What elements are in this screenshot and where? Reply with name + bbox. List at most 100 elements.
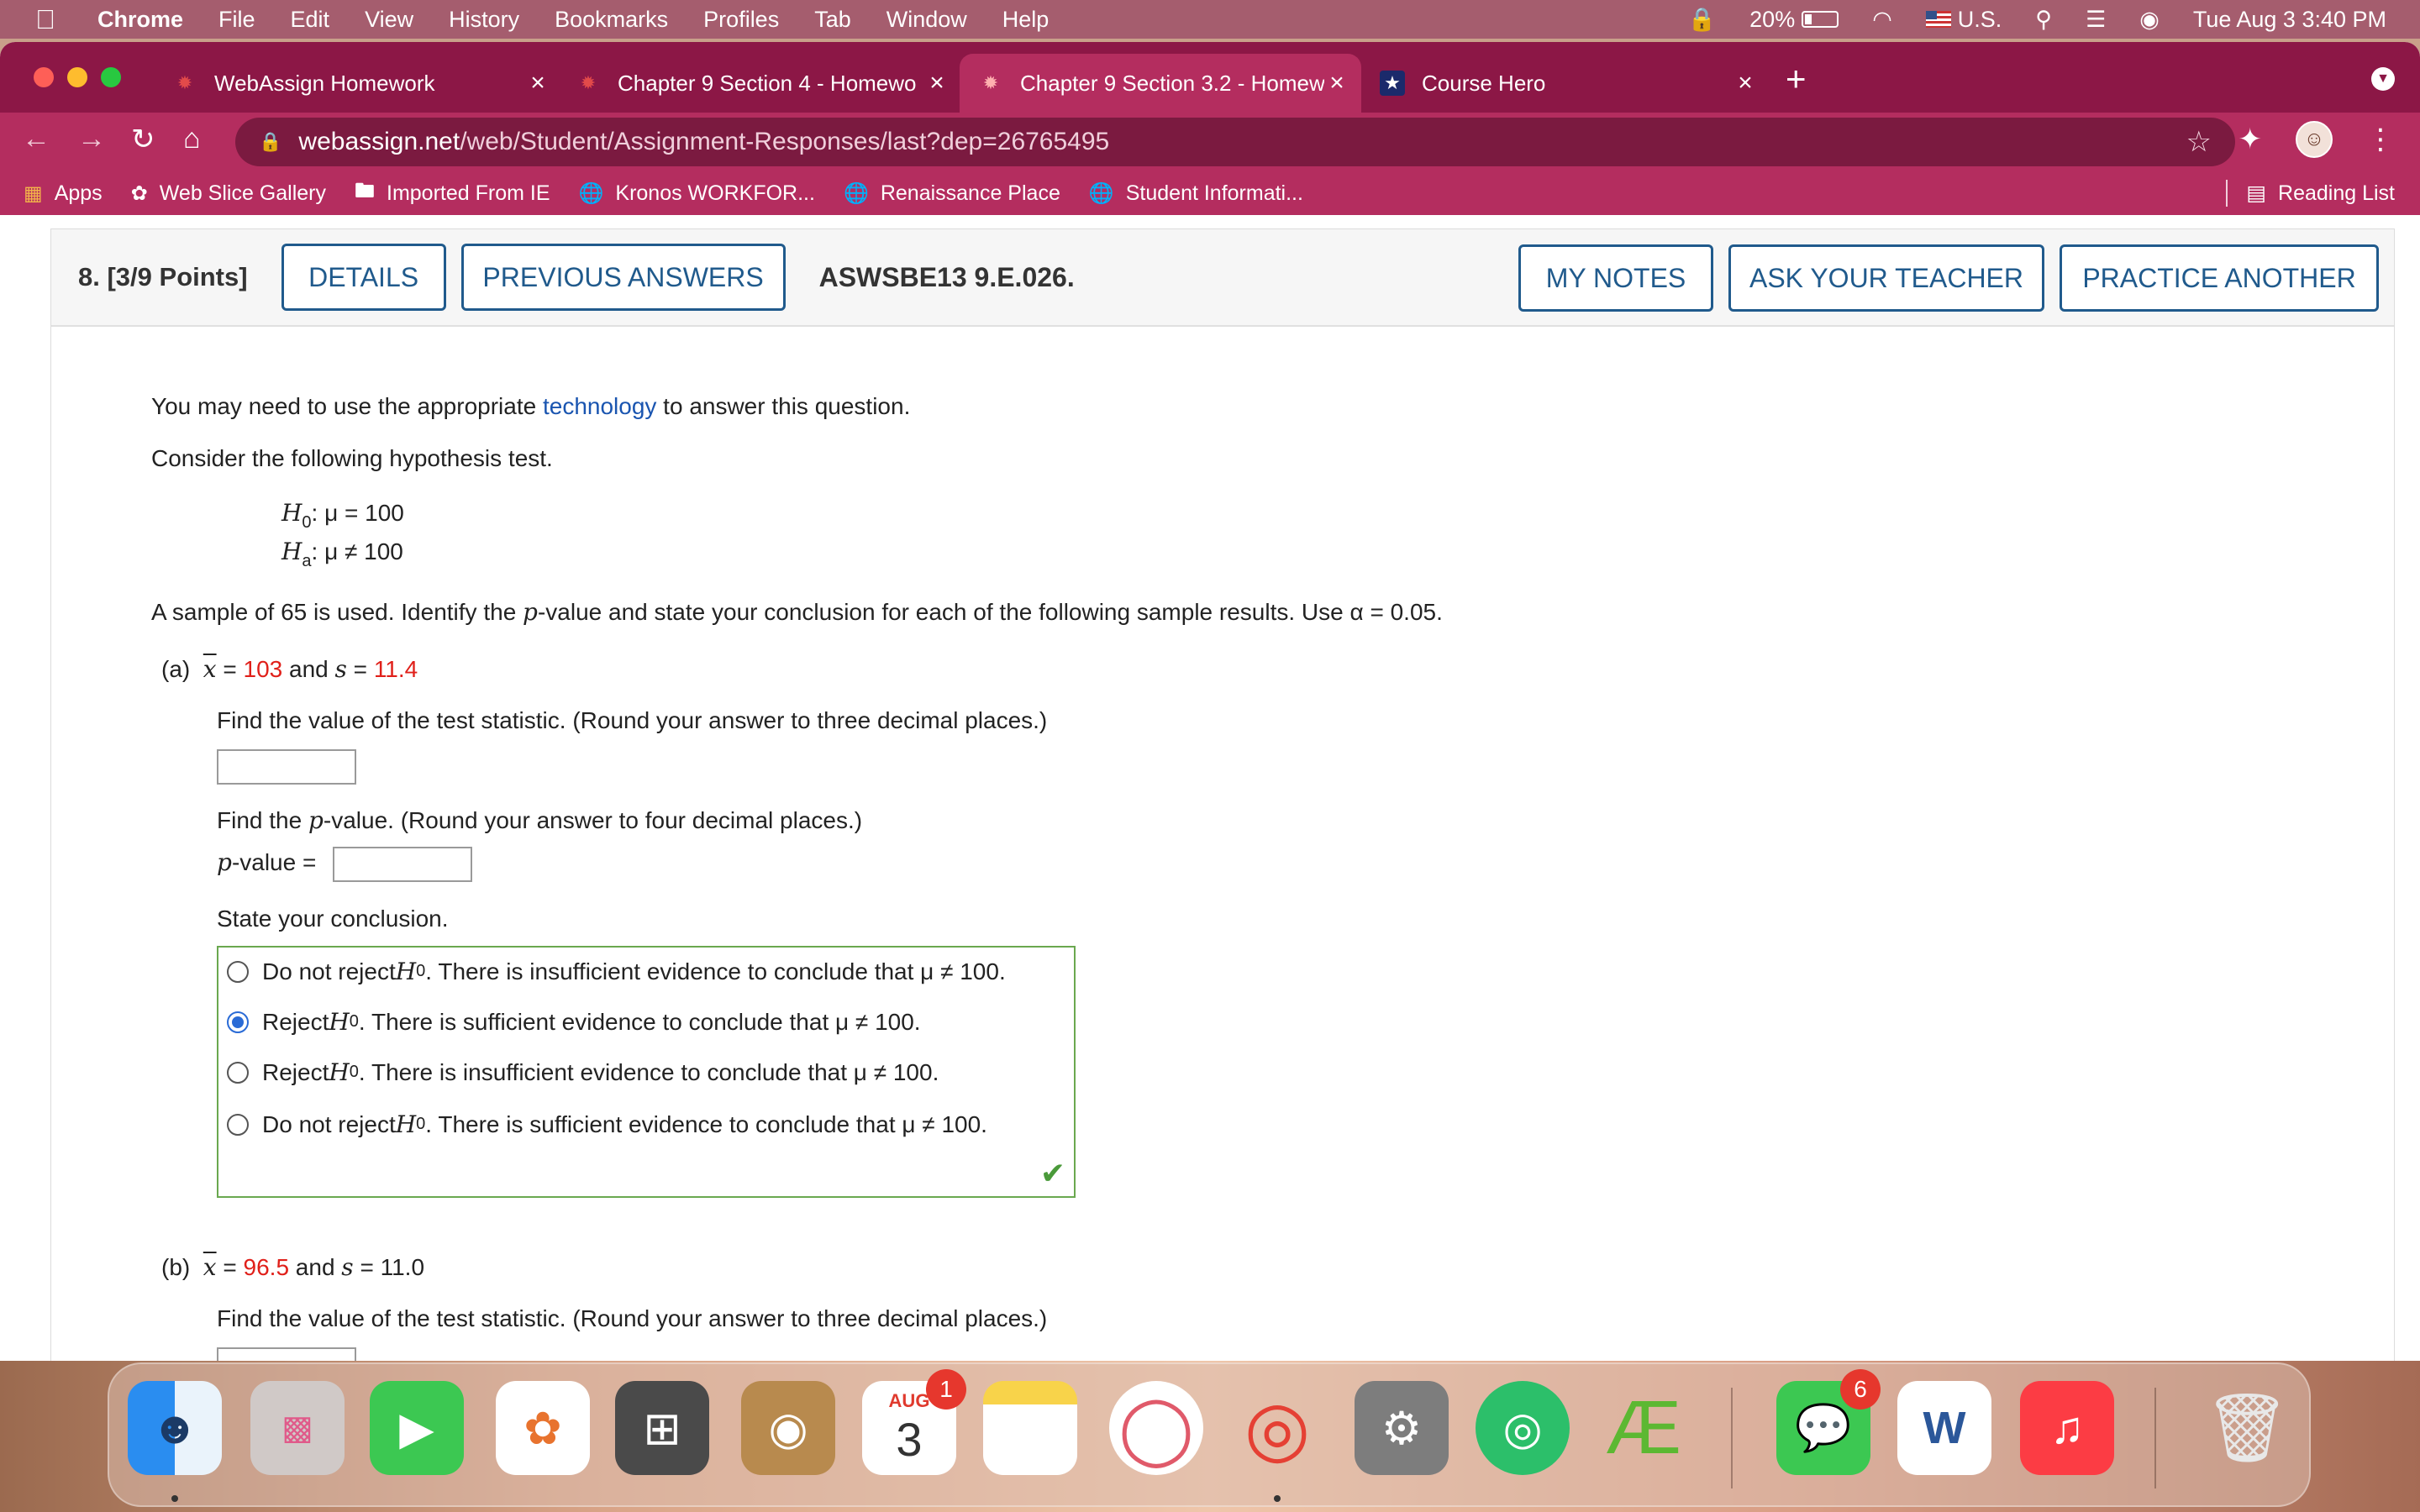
calculator-icon[interactable]: ⊞: [615, 1381, 709, 1475]
launchpad-icon[interactable]: ▩: [250, 1381, 345, 1475]
zoom-window-button[interactable]: [101, 67, 121, 87]
bookmark-student-information[interactable]: 🌐 Student Informati...: [1089, 181, 1303, 206]
tab-chapter9-section32[interactable]: ✹ Chapter 9 Section 3.2 - Homew ×: [960, 54, 1361, 113]
minimize-window-button[interactable]: [67, 67, 87, 87]
part-b-header: (b) x = 96.5 and s = 11.0: [161, 1253, 425, 1281]
bookmark-kronos[interactable]: 🌐 Kronos WORKFOR...: [579, 181, 815, 206]
contacts-icon[interactable]: ◉: [741, 1381, 835, 1475]
choice-2[interactable]: Reject H0. There is sufficient evidence …: [227, 1008, 921, 1036]
menu-window[interactable]: Window: [886, 7, 967, 33]
bookmark-renaissance-place[interactable]: 🌐 Renaissance Place: [844, 181, 1060, 206]
trash-icon[interactable]: 🗑: [2200, 1381, 2294, 1475]
details-button[interactable]: DETAILS: [281, 244, 446, 311]
menu-edit[interactable]: Edit: [291, 7, 330, 33]
tab-search-icon[interactable]: ▼: [2371, 67, 2395, 91]
choice-1[interactable]: Do not reject H0. There is insufficient …: [227, 958, 1006, 985]
bookmark-web-slice-gallery[interactable]: ✿ Web Slice Gallery: [131, 181, 326, 206]
quizlet-icon[interactable]: Ӕ: [1597, 1381, 1691, 1475]
url-path: /web/Student/Assignment-Responses/last?d…: [460, 128, 1110, 155]
wifi-icon[interactable]: ◠: [1872, 7, 1892, 33]
radio-button-selected[interactable]: [227, 1011, 249, 1033]
reading-list-button[interactable]: ▤ Reading List: [2226, 171, 2395, 215]
music-icon[interactable]: ♫: [2020, 1381, 2114, 1475]
pvalue-prompt-post: -value. (Round your answer to four decim…: [323, 807, 863, 833]
bookmark-imported-from-ie[interactable]: 🖿 Imported From IE: [355, 176, 550, 211]
close-tab-icon[interactable]: ×: [1324, 69, 1349, 97]
activity-ring-icon[interactable]: ◯: [1109, 1381, 1203, 1475]
lock-icon[interactable]: 🔒: [259, 131, 281, 153]
my-notes-button[interactable]: MY NOTES: [1518, 244, 1713, 312]
close-tab-icon[interactable]: ×: [924, 69, 950, 97]
menu-file[interactable]: File: [218, 7, 255, 33]
menu-app-name[interactable]: Chrome: [97, 7, 183, 33]
control-center-icon[interactable]: ☰: [2086, 7, 2106, 33]
bookmark-star-icon[interactable]: ☆: [2186, 125, 2212, 159]
notes-icon[interactable]: [983, 1381, 1077, 1475]
menu-tab[interactable]: Tab: [814, 7, 851, 33]
part-a-pvalue-input[interactable]: [333, 847, 472, 882]
menu-bookmarks[interactable]: Bookmarks: [555, 7, 668, 33]
input-source[interactable]: U.S.: [1925, 7, 2002, 33]
question-number: 8.: [78, 262, 100, 291]
globe-icon: 🌐: [843, 181, 869, 205]
address-bar[interactable]: 🔒 webassign.net /web/Student/Assignment-…: [235, 118, 2235, 166]
menu-view[interactable]: View: [365, 7, 413, 33]
system-preferences-icon[interactable]: ⚙: [1355, 1381, 1449, 1475]
choice-4[interactable]: Do not reject H0. There is sufficient ev…: [227, 1110, 987, 1138]
bookmark-apps[interactable]: ▦ Apps: [24, 181, 103, 206]
h-subscript-0: 0: [349, 1012, 359, 1031]
close-tab-icon[interactable]: ×: [1733, 69, 1758, 97]
photos-icon[interactable]: ✿: [496, 1381, 590, 1475]
menu-clock[interactable]: Tue Aug 3 3:40 PM: [2193, 7, 2386, 33]
find-my-icon[interactable]: ◎: [1476, 1381, 1570, 1475]
home-icon[interactable]: ⌂: [183, 123, 201, 155]
tab-chapter9-section4[interactable]: ✹ Chapter 9 Section 4 - Homewo ×: [576, 54, 950, 113]
battery-status[interactable]: 20%: [1749, 7, 1839, 33]
part-a-test-stat-input[interactable]: [217, 749, 356, 785]
profile-avatar[interactable]: ☺: [2296, 121, 2333, 158]
back-icon[interactable]: ←: [22, 123, 50, 155]
ask-your-teacher-button[interactable]: ASK YOUR TEACHER: [1728, 244, 2044, 312]
apple-menu-icon[interactable]: : [35, 4, 55, 35]
close-window-button[interactable]: [34, 67, 54, 87]
previous-answers-button[interactable]: PREVIOUS ANSWERS: [460, 244, 786, 311]
spotlight-search-icon[interactable]: ⚲: [2035, 7, 2052, 33]
extensions-puzzle-icon[interactable]: ✦: [2238, 123, 2263, 156]
h-subscript-0: 0: [416, 1115, 426, 1133]
xbar-symbol: x: [203, 655, 217, 683]
siri-icon[interactable]: ◉: [2139, 7, 2160, 33]
radio-button[interactable]: [227, 1113, 249, 1136]
radio-button[interactable]: [227, 960, 249, 983]
new-tab-icon[interactable]: +: [1786, 59, 1807, 99]
menu-profiles[interactable]: Profiles: [703, 7, 779, 33]
radio-button[interactable]: [227, 1061, 249, 1084]
intro-pre: You may need to use the appropriate: [151, 393, 543, 419]
menu-history[interactable]: History: [449, 7, 519, 33]
word-icon[interactable]: W: [1897, 1381, 1991, 1475]
tab-webassign-homework[interactable]: ✹ WebAssign Homework ×: [172, 54, 550, 113]
part-b-test-stat-input[interactable]: [217, 1347, 356, 1361]
facetime-icon[interactable]: ▶: [370, 1381, 464, 1475]
pvalue-prompt-pre: Find the: [217, 807, 308, 833]
tab-title: WebAssign Homework: [214, 70, 435, 96]
chrome-menu-icon[interactable]: ⋮: [2366, 123, 2395, 156]
menu-help[interactable]: Help: [1002, 7, 1050, 33]
close-tab-icon[interactable]: ×: [525, 69, 550, 97]
bookmarks-divider: [2226, 180, 2228, 207]
bookmark-label: Apps: [54, 181, 103, 205]
calendar-icon[interactable]: AUG 3 1: [862, 1369, 966, 1475]
forward-icon[interactable]: →: [77, 123, 106, 155]
reload-icon[interactable]: ↻: [131, 123, 155, 156]
practice-another-button[interactable]: PRACTICE ANOTHER: [2060, 244, 2379, 312]
vpn-lock-icon[interactable]: 🔒: [1688, 6, 1717, 33]
technology-link[interactable]: technology: [543, 393, 656, 419]
choice-3[interactable]: Reject H0. There is insufficient evidenc…: [227, 1058, 939, 1086]
finder-icon[interactable]: ☻: [128, 1381, 222, 1475]
tab-course-hero[interactable]: ★ Course Hero ×: [1380, 54, 1758, 113]
bookmark-label: Web Slice Gallery: [159, 181, 326, 205]
h-subscript-0: 0: [302, 513, 312, 532]
chrome-icon[interactable]: ◎: [1230, 1381, 1324, 1475]
messages-icon[interactable]: 💬 6: [1776, 1369, 1881, 1475]
battery-icon: [1802, 11, 1839, 28]
tab-title: Course Hero: [1422, 70, 1546, 96]
